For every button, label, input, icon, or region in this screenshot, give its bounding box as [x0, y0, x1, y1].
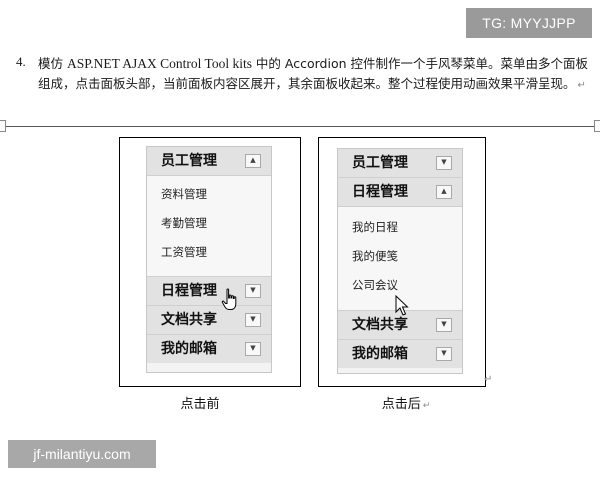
- accordion-panel-body: 资料管理 考勤管理 工资管理: [147, 176, 271, 277]
- expand-arrow-icon[interactable]: ▼: [245, 342, 261, 356]
- hand-pointer-icon: [221, 288, 237, 310]
- accordion-header-title: 我的邮箱: [161, 341, 217, 357]
- tg-badge: TG: MYYJJPP: [466, 8, 592, 38]
- question-text-latin: ASP.NET AJAX Control Tool kits: [66, 56, 252, 71]
- collapse-arrow-icon[interactable]: ▲: [245, 154, 261, 168]
- paragraph-mark-icon: ↵: [577, 80, 586, 91]
- menu-item[interactable]: 资料管理: [147, 180, 271, 209]
- accordion-header-title: 员工管理: [161, 153, 217, 169]
- accordion-header[interactable]: 我的邮箱 ▼: [338, 340, 462, 368]
- menu-item[interactable]: 我的日程: [338, 213, 462, 242]
- accordion-header[interactable]: 我的邮箱 ▼: [147, 335, 271, 363]
- question-text-part1: 模仿: [38, 56, 67, 71]
- accordion-header-title: 文档共享: [352, 317, 408, 333]
- menu-item[interactable]: 考勤管理: [147, 209, 271, 238]
- expand-arrow-icon[interactable]: ▼: [436, 318, 452, 332]
- accordion-header-title: 文档共享: [161, 312, 217, 328]
- accordion-header[interactable]: 员工管理 ▲: [147, 147, 271, 176]
- accordion-header-title: 日程管理: [352, 184, 408, 200]
- section-marker-right-icon: [594, 120, 600, 132]
- menu-item[interactable]: 我的便笺: [338, 242, 462, 271]
- accordion-header[interactable]: 员工管理 ▼: [338, 149, 462, 178]
- expand-arrow-icon[interactable]: ▼: [436, 347, 452, 361]
- caption-paragraph-mark-icon: ↵: [422, 401, 431, 411]
- expand-arrow-icon[interactable]: ▼: [245, 284, 261, 298]
- question-number: 4.: [16, 54, 26, 69]
- expand-arrow-icon[interactable]: ▼: [245, 313, 261, 327]
- caption-after: 点击后 ↵: [376, 393, 436, 412]
- accordion-header[interactable]: 文档共享 ▼: [147, 306, 271, 335]
- accordion-before: 员工管理 ▲ 资料管理 考勤管理 工资管理 日程管理 ▼ 文档共享 ▼ 我的邮箱…: [146, 146, 272, 373]
- frame-paragraph-mark-icon: ↵: [484, 374, 493, 385]
- caption-before-text: 点击前: [180, 397, 220, 412]
- expand-arrow-icon[interactable]: ▼: [436, 156, 452, 170]
- accordion-header[interactable]: 日程管理 ▲: [338, 178, 462, 207]
- collapse-arrow-icon[interactable]: ▲: [436, 185, 452, 199]
- accordion-header-title: 日程管理: [161, 283, 217, 299]
- question-text: 模仿 ASP.NET AJAX Control Tool kits 中的 Acc…: [38, 54, 594, 96]
- accordion-after: 员工管理 ▼ 日程管理 ▲ 我的日程 我的便笺 公司会议 文档共享 ▼ 我的邮箱…: [337, 148, 463, 374]
- caption-before: 点击前: [170, 393, 230, 412]
- arrow-pointer-icon: [395, 295, 409, 316]
- site-watermark: jf-milantiyu.com: [8, 440, 156, 468]
- accordion-header[interactable]: 日程管理 ▼: [147, 277, 271, 306]
- section-divider: [0, 126, 600, 127]
- section-marker-left-icon: [0, 120, 6, 132]
- caption-after-text: 点击后: [381, 397, 421, 412]
- accordion-header-title: 员工管理: [352, 155, 408, 171]
- accordion-header-title: 我的邮箱: [352, 346, 408, 362]
- menu-item[interactable]: 工资管理: [147, 238, 271, 267]
